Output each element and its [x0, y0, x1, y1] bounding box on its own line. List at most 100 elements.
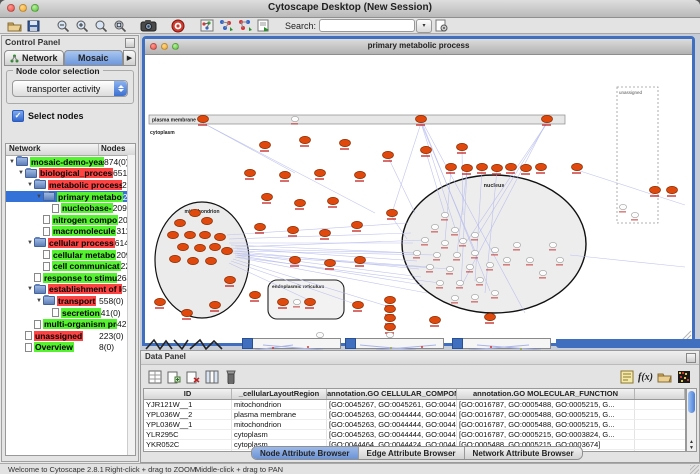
clear-attributes-icon[interactable] — [222, 369, 239, 386]
formula-icon[interactable]: f(x) — [637, 369, 654, 386]
tree-expand-icon[interactable]: ▼ — [35, 298, 43, 304]
graph-node[interactable] — [355, 171, 366, 178]
graph-node[interactable] — [542, 115, 553, 122]
graph-node[interactable] — [195, 244, 206, 251]
tab-network[interactable]: Network — [4, 50, 64, 66]
graph-node[interactable] — [262, 193, 273, 200]
graph-node[interactable] — [188, 257, 199, 264]
graph-node[interactable] — [170, 255, 181, 262]
graph-node[interactable] — [387, 209, 398, 216]
color-attribute-combobox[interactable]: transporter activity — [12, 80, 128, 97]
network-tree-row[interactable]: multi-organism pro42(0) — [6, 318, 135, 330]
graph-node[interactable] — [462, 164, 473, 171]
minimized-view-thumbnail[interactable] — [144, 338, 234, 349]
graph-node[interactable] — [459, 238, 466, 243]
network-tree-row[interactable]: Overview8(0) — [6, 342, 135, 354]
network-tree-row[interactable]: ▼cellular process614(0) — [6, 237, 135, 249]
window-resize-grip[interactable] — [690, 465, 699, 474]
graph-node[interactable] — [245, 169, 256, 176]
table-scrollbar[interactable]: ▲▼ — [686, 388, 697, 452]
graph-node[interactable] — [416, 115, 427, 122]
float-panel-icon[interactable] — [125, 38, 135, 48]
graph-node[interactable] — [200, 231, 211, 238]
graph-node[interactable] — [198, 115, 209, 122]
graph-node[interactable] — [260, 141, 271, 148]
network-tree-row[interactable]: cellular metabo209(0) — [6, 249, 135, 261]
import-attributes-icon[interactable] — [656, 369, 673, 386]
graph-node[interactable] — [353, 301, 364, 308]
help-lifesaver-icon[interactable] — [168, 18, 187, 33]
graph-node[interactable] — [556, 257, 563, 262]
network-tree-row[interactable]: ▼primary metabo209(... — [6, 191, 135, 203]
zoom-selected-icon[interactable] — [110, 18, 129, 33]
graph-node[interactable] — [506, 163, 517, 170]
graph-node[interactable] — [340, 139, 351, 146]
graph-node[interactable] — [178, 243, 189, 250]
new-attribute-icon[interactable] — [165, 369, 182, 386]
graph-node[interactable] — [471, 232, 478, 237]
graph-node[interactable] — [433, 252, 440, 257]
tab-overflow-icon[interactable]: ▶ — [123, 50, 136, 66]
network-tree-row[interactable]: secretion41(0) — [6, 307, 135, 319]
search-input[interactable] — [319, 19, 415, 32]
tree-expand-icon[interactable]: ▼ — [8, 159, 16, 165]
graph-node[interactable] — [185, 231, 196, 238]
graph-node[interactable] — [451, 227, 458, 232]
graph-node[interactable] — [441, 240, 448, 245]
table-row[interactable]: YJR121W__1mitochondrion[GO:0045267, GO:0… — [144, 400, 685, 410]
graph-node[interactable] — [290, 256, 301, 263]
graph-node[interactable] — [413, 250, 420, 255]
network-tree-row[interactable]: response to stimulu264(0) — [6, 272, 135, 284]
minimized-view-thumbnail[interactable] — [242, 338, 341, 349]
graph-node[interactable] — [667, 186, 678, 193]
graph-node[interactable] — [526, 257, 533, 262]
graph-node[interactable] — [383, 151, 394, 158]
graph-node[interactable] — [202, 217, 213, 224]
minimized-view-thumbnail[interactable] — [345, 338, 444, 349]
graph-node[interactable] — [477, 163, 488, 170]
graph-node[interactable] — [451, 295, 458, 300]
zoom-fit-icon[interactable] — [91, 18, 110, 33]
graph-node[interactable] — [385, 323, 396, 330]
graph-node[interactable] — [436, 280, 443, 285]
network-tree-row[interactable]: nitrogen compo209(0) — [6, 214, 135, 226]
graph-node[interactable] — [280, 171, 291, 178]
graph-node[interactable] — [295, 199, 306, 206]
network-canvas[interactable]: plasma membranecytoplasmmitochondrionnuc… — [145, 55, 692, 342]
table-column-header[interactable]: ID — [144, 389, 232, 399]
tree-expand-icon[interactable]: ▼ — [17, 170, 25, 176]
graph-node[interactable] — [385, 314, 396, 321]
graph-node[interactable] — [385, 305, 396, 312]
open-file-icon[interactable] — [5, 18, 24, 33]
graph-node[interactable] — [457, 143, 468, 150]
graph-node[interactable] — [453, 252, 460, 257]
tree-expand-icon[interactable]: ▼ — [35, 194, 43, 200]
network-tree-row[interactable]: ▼metabolic process280(0) — [6, 179, 135, 191]
graph-node[interactable] — [155, 298, 166, 305]
graph-node[interactable] — [352, 221, 363, 228]
graph-node[interactable] — [441, 212, 448, 217]
select-attributes-icon[interactable] — [146, 369, 163, 386]
graph-node[interactable] — [355, 256, 366, 263]
minimized-view-thumbnail[interactable] — [452, 338, 551, 349]
graph-node[interactable] — [222, 247, 233, 254]
graph-node[interactable] — [430, 316, 441, 323]
graph-node[interactable] — [521, 164, 532, 171]
graph-node[interactable] — [446, 163, 457, 170]
graph-node[interactable] — [288, 226, 299, 233]
graph-node[interactable] — [476, 277, 483, 282]
table-row[interactable]: YPL036W__2plasma membrane[GO:0045263, GO… — [144, 410, 685, 420]
network-tree-row[interactable]: cell communicat22(0) — [6, 260, 135, 272]
table-column-header[interactable]: annotation.GO MOLECULAR_FUNCTION — [457, 389, 635, 399]
tree-expand-icon[interactable]: ▼ — [26, 240, 34, 246]
network-tree-row[interactable]: ▼biological_process651(0) — [6, 168, 135, 180]
network-view-titlebar[interactable]: primary metabolic process — [145, 39, 692, 55]
vizmapper-icon[interactable] — [197, 18, 216, 33]
graph-node[interactable] — [175, 219, 186, 226]
graph-node[interactable] — [421, 146, 432, 153]
graph-node[interactable] — [206, 257, 217, 264]
snapshot-camera-icon[interactable] — [139, 18, 158, 33]
graph-node[interactable] — [431, 224, 438, 229]
graph-node[interactable] — [325, 259, 336, 266]
table-row[interactable]: YLR295Ccytoplasm[GO:0045263, GO:0044444,… — [144, 430, 685, 440]
